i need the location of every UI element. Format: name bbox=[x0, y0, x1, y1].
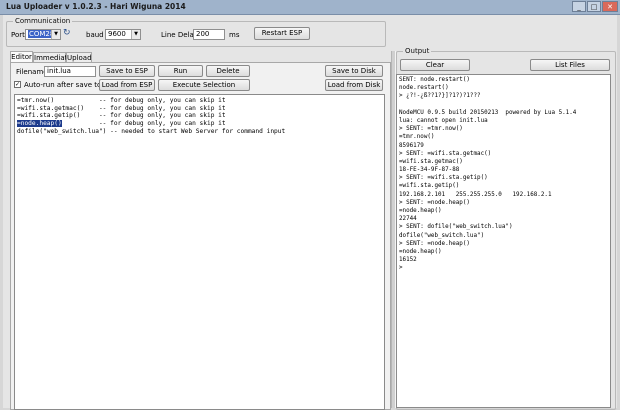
line-delay-input[interactable]: 200 bbox=[193, 29, 225, 40]
title-bar: Lua Uploader v 1.0.2.3 - Hari Wiguna 201… bbox=[0, 0, 620, 15]
code-line: =wifi.sta.getmac() -- for debug only, yo… bbox=[17, 104, 226, 112]
close-button[interactable]: ✕ bbox=[602, 1, 618, 12]
output-line: dofile("web_switch.lua") bbox=[399, 232, 485, 239]
output-line: =tmr.now() bbox=[399, 134, 435, 141]
output-line: > SENT: =node.heap() bbox=[399, 240, 470, 247]
output-lines: SENT: node.restart() node.restart() > ¿?!-… bbox=[399, 75, 610, 273]
window-controls: _ □ ✕ bbox=[572, 1, 618, 12]
chevron-down-icon[interactable]: ▼ bbox=[51, 30, 60, 39]
load-from-disk-button[interactable]: Load from Disk bbox=[325, 79, 383, 91]
tab-upload[interactable]: Upload bbox=[66, 52, 92, 62]
window-title: Lua Uploader v 1.0.2.3 - Hari Wiguna 201… bbox=[6, 2, 186, 11]
tab-immediate[interactable]: Immediate bbox=[33, 52, 72, 62]
output-line: SENT: node.restart() bbox=[399, 77, 470, 83]
output-line: 8596179 bbox=[399, 142, 424, 149]
code-line: =node.heap() -- for debug only, you can … bbox=[17, 120, 384, 128]
output-line: > SENT: =tmr.now() bbox=[399, 126, 463, 133]
output-line: lua: cannot open init.lua bbox=[399, 117, 488, 124]
output-line: node.restart() bbox=[399, 85, 449, 92]
save-to-disk-button[interactable]: Save to Disk bbox=[325, 65, 383, 77]
code-line: dofile("web_switch.lua") -- needed to st… bbox=[17, 127, 286, 135]
baud-value: 9600 bbox=[108, 30, 126, 38]
execute-selection-button[interactable]: Execute Selection bbox=[158, 79, 250, 91]
output-line: NodeMCU 0.9.5 build 20150213 powered by … bbox=[399, 109, 577, 116]
list-files-button[interactable]: List Files bbox=[530, 59, 610, 71]
tab-editor[interactable]: Editor bbox=[10, 51, 33, 62]
output-line: =node.heap() bbox=[399, 248, 442, 255]
code-line: =wifi.sta.getip() -- for debug only, you… bbox=[17, 112, 226, 120]
port-label: Port bbox=[11, 31, 25, 39]
output-group-label: Output bbox=[403, 47, 432, 55]
output-line: =wifi.sta.getmac() bbox=[399, 158, 463, 165]
run-button[interactable]: Run bbox=[158, 65, 203, 77]
output-line: > SENT: =wifi.sta.getmac() bbox=[399, 150, 492, 157]
clear-button[interactable]: Clear bbox=[400, 59, 470, 71]
delete-button[interactable]: Delete bbox=[206, 65, 250, 77]
autorun-checkbox[interactable]: ✓ bbox=[14, 81, 21, 88]
port-select[interactable]: COM28 ▼ bbox=[25, 29, 61, 40]
filename-input[interactable]: init.lua bbox=[44, 66, 96, 77]
minimize-button[interactable]: _ bbox=[572, 1, 586, 12]
refresh-icon[interactable]: ↻ bbox=[63, 29, 71, 38]
selected-code[interactable]: =node.heap() bbox=[17, 120, 62, 128]
output-line: > SENT: dofile("web_switch.lua") bbox=[399, 224, 513, 231]
output-line: > ¿?!-¿ß??1?}]?1?)?1??? bbox=[399, 93, 481, 100]
baud-label: baud bbox=[86, 31, 104, 39]
load-from-esp-button[interactable]: Load from ESP bbox=[99, 79, 155, 91]
maximize-button[interactable]: □ bbox=[587, 1, 601, 12]
restart-esp-button[interactable]: Restart ESP bbox=[254, 27, 310, 40]
output-line: =node.heap() bbox=[399, 208, 442, 214]
output-console[interactable]: SENT: node.restart() node.restart() > ¿?!-… bbox=[396, 74, 611, 408]
output-line: 16152 bbox=[399, 257, 417, 264]
output-line: > bbox=[399, 265, 403, 272]
baud-select[interactable]: 9600 ▼ bbox=[105, 29, 141, 40]
output-line: 192.168.2.101 255.255.255.0 192.168.2.1 bbox=[399, 191, 552, 198]
communication-group-label: Communication bbox=[13, 17, 73, 25]
output-line: =wifi.sta.getip() bbox=[399, 183, 460, 190]
code-editor[interactable]: =tmr.now() -- for debug only, you can sk… bbox=[14, 94, 385, 410]
save-to-esp-button[interactable]: Save to ESP bbox=[99, 65, 155, 77]
code-comment: -- for debug only, you can skip it bbox=[61, 120, 226, 128]
code-line: =tmr.now() -- for debug only, you can sk… bbox=[17, 97, 226, 104]
chevron-down-icon[interactable]: ▼ bbox=[131, 30, 140, 39]
ms-label: ms bbox=[229, 31, 240, 39]
window-client-area: Communication Port COM28 ▼ ↻ baud 9600 ▼… bbox=[3, 15, 617, 410]
output-line: 22744 bbox=[399, 216, 417, 223]
output-line: 18-FE-34-9F-87-88 bbox=[399, 167, 460, 174]
output-line: > SENT: =wifi.sta.getip() bbox=[399, 175, 488, 182]
code-lines: =tmr.now() -- for debug only, you can sk… bbox=[15, 95, 384, 135]
output-line: > SENT: =node.heap() bbox=[399, 199, 470, 206]
